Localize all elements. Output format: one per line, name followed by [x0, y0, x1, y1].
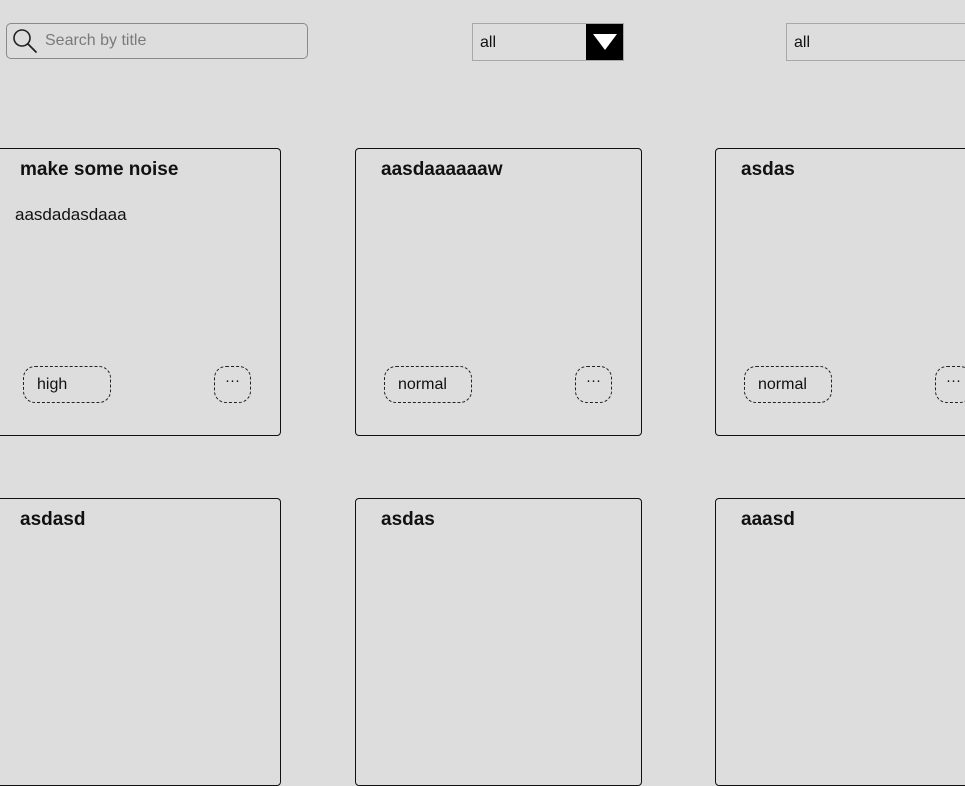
task-card[interactable]: make some noise aasdadasdaaa high ···: [0, 148, 281, 436]
task-card[interactable]: aasdaaaaaaw normal ···: [355, 148, 642, 436]
card-title: make some noise: [20, 159, 179, 180]
more-options-button[interactable]: ···: [935, 366, 965, 403]
search-icon: [12, 28, 38, 54]
card-title: aaasd: [741, 509, 795, 530]
priority-label: normal: [398, 376, 447, 393]
card-title: asdas: [741, 159, 795, 180]
dropdown-button[interactable]: [586, 24, 623, 60]
priority-badge: high: [23, 366, 111, 403]
card-description: aasdadasdaaa: [15, 205, 127, 224]
triangle-down-icon: [593, 34, 617, 50]
card-title: asdasd: [20, 509, 86, 530]
more-options-button[interactable]: ···: [575, 366, 612, 403]
status-filter-value: all: [794, 34, 811, 51]
more-options-button[interactable]: ···: [214, 366, 251, 403]
priority-filter-value: all: [480, 34, 497, 51]
search-box[interactable]: [6, 23, 308, 59]
task-card[interactable]: asdasd: [0, 498, 281, 786]
priority-label: normal: [758, 376, 807, 393]
card-title: asdas: [381, 509, 435, 530]
priority-filter-select[interactable]: all: [472, 23, 624, 61]
priority-label: high: [37, 376, 68, 393]
status-filter-select[interactable]: all: [786, 23, 965, 61]
task-card[interactable]: asdas normal ···: [715, 148, 965, 436]
search-input[interactable]: [45, 24, 300, 58]
task-card[interactable]: aaasd: [715, 498, 965, 786]
task-card[interactable]: asdas: [355, 498, 642, 786]
priority-badge: normal: [744, 366, 832, 403]
card-title: aasdaaaaaaw: [381, 159, 503, 180]
priority-badge: normal: [384, 366, 472, 403]
